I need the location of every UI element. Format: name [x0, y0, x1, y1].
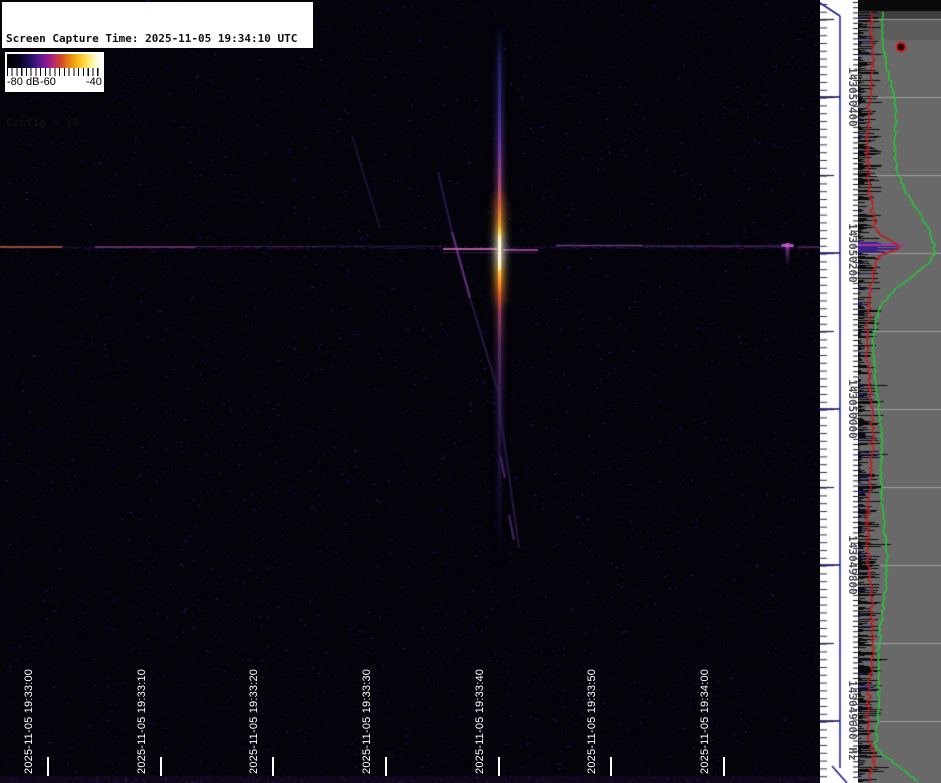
time-tick-label: 2025-11-05 19:33:50	[586, 646, 613, 776]
colorbar-label: -60	[40, 76, 56, 88]
time-tick-mark	[47, 757, 49, 776]
colorbar-gradient	[7, 54, 102, 68]
screen-capture: 2025-11-05 19:33:00 2025-11-05 19:33:10 20…	[0, 0, 941, 783]
time-tick-label: 2025-11-05 19:33:40	[474, 646, 501, 776]
config-text: Config = V8	[6, 116, 79, 129]
colorbar-label: -40	[86, 76, 102, 88]
colorbar-ticks	[7, 68, 102, 76]
time-tick-label: 2025-11-05 19:34:00	[699, 646, 726, 776]
time-tick-mark	[272, 757, 274, 776]
colorbar-label: -80 dB	[7, 76, 40, 88]
time-tick-mark	[498, 757, 500, 776]
time-tick-label: 2025-11-05 19:33:00	[23, 646, 50, 776]
capture-time-text: Screen Capture Time: 2025-11-05 19:34:10…	[6, 32, 298, 45]
time-tick-mark	[723, 757, 725, 776]
colorbar-legend: -80 dB -60 -40	[5, 52, 104, 92]
capture-info-box: Screen Capture Time: 2025-11-05 19:34:10…	[2, 2, 313, 129]
time-tick-label: 2025-11-05 19:33:20	[248, 646, 275, 776]
time-tick-mark	[160, 757, 162, 776]
spectrum-side-panel	[858, 0, 941, 783]
time-tick-label: 2025-11-05 19:33:10	[136, 646, 163, 776]
time-tick-label: 2025-11-05 19:33:30	[361, 646, 388, 776]
time-tick-mark	[610, 757, 612, 776]
colorbar-major-ticks	[7, 68, 102, 76]
colorbar-labels: -80 dB -60 -40	[7, 76, 102, 90]
time-tick-mark	[385, 757, 387, 776]
